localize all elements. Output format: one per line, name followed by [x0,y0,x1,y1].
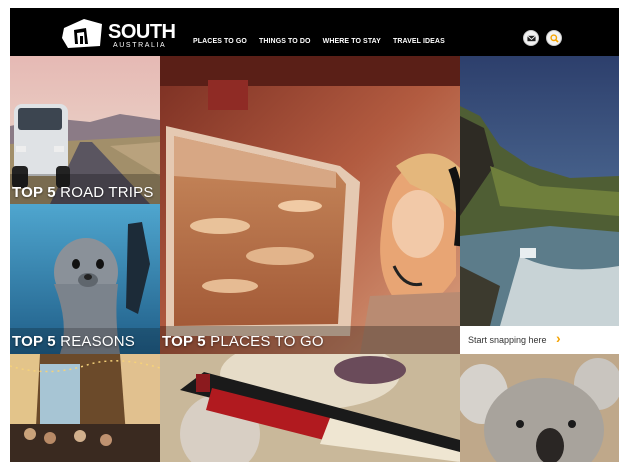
main-nav: PLACES TO GO THINGS TO DO WHERE TO STAY … [193,38,445,45]
nav-travel-ideas[interactable]: TRAVEL IDEAS [393,38,445,45]
tile-caption-places: TOP 5 PLACES TO GO [162,333,324,350]
search-icon [550,34,559,43]
tile-caption-road-trips: TOP 5 ROAD TRIPS [12,184,154,201]
mail-button[interactable] [523,30,539,46]
tile-coast[interactable] [460,56,619,326]
logo-wordmark: SOUTH [108,21,176,43]
koala-photo [460,354,619,462]
site-logo[interactable]: SOUTH AUSTRALIA [60,16,176,50]
cta-label: Start snapping here [468,335,547,345]
logo-mark-icon [62,19,102,48]
train-window-photo [160,56,460,354]
coast-photo [460,56,619,326]
site-header: SOUTH AUSTRALIA PLACES TO GO THINGS TO D… [10,8,619,56]
tile-wine[interactable] [160,354,460,462]
tile-caption-reasons: TOP 5 REASONS [12,333,135,350]
search-button[interactable] [546,30,562,46]
tile-places-to-go[interactable]: TOP 5 PLACES TO GO [160,56,460,354]
tile-koala[interactable] [460,354,619,462]
tile-dining[interactable] [10,354,160,462]
road-trip-photo [10,56,160,204]
tile-road-trips[interactable]: TOP 5 ROAD TRIPS [10,56,160,204]
sea-lion-photo [10,204,160,354]
mail-icon [527,35,536,42]
nav-where-to-stay[interactable]: WHERE TO STAY [323,38,381,45]
dining-photo [10,354,160,462]
wine-photo [160,354,460,462]
chevron-right-icon: › [556,330,561,346]
logo-subtitle: AUSTRALIA [113,42,167,49]
tile-reasons[interactable]: TOP 5 REASONS [10,204,160,354]
page-frame: SOUTH AUSTRALIA PLACES TO GO THINGS TO D… [10,8,619,462]
nav-things-to-do[interactable]: THINGS TO DO [259,38,311,45]
start-snapping-link[interactable]: Start snapping here › [460,326,619,354]
nav-places-to-go[interactable]: PLACES TO GO [193,38,247,45]
